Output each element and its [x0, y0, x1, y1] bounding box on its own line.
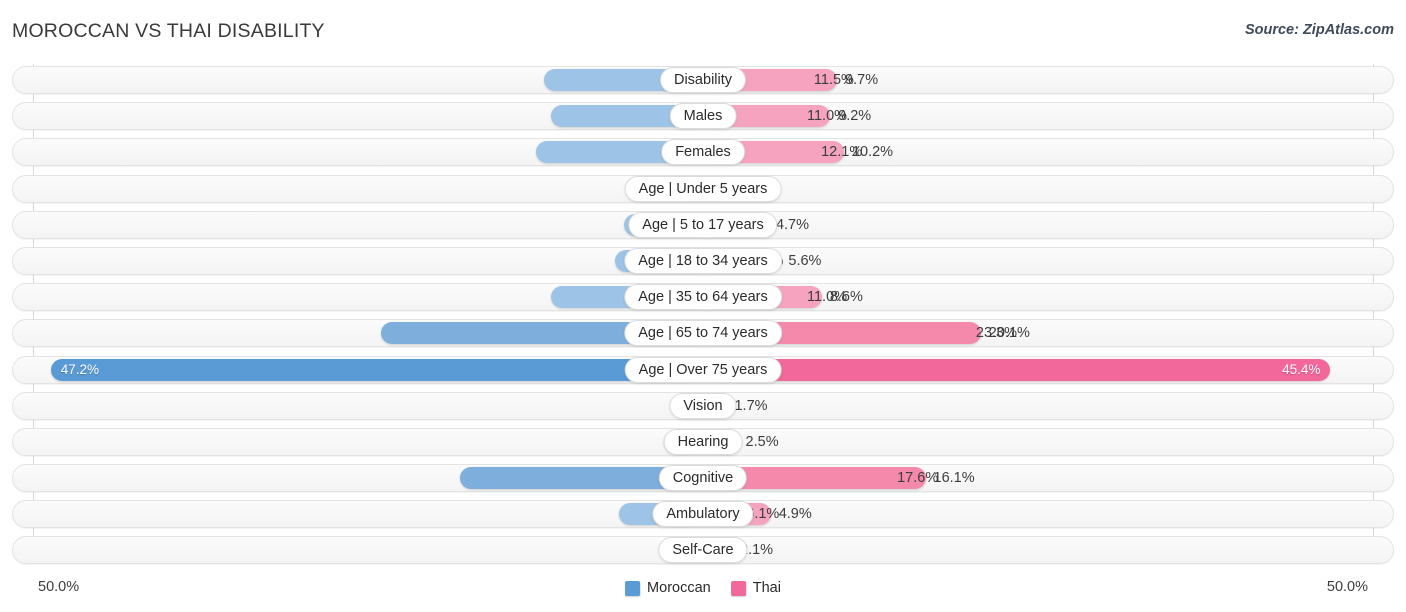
plot-area: 11.5% 9.7% Disability 11.0% 9.2% Males 12.1% 10…: [0, 58, 1406, 576]
square-swatch-icon: [730, 580, 746, 596]
category-pill[interactable]: Ambulatory: [652, 501, 754, 528]
chart-row: 6.4%5.6%Age | 18 to 34 years: [0, 246, 1406, 275]
chart-row: 1.2%1.1%Age | Under 5 years: [0, 174, 1406, 203]
chart-row: 47.2% 45.4% Age | Over 75 years: [0, 355, 1406, 384]
value-label-moroccan: 17.6%: [897, 470, 939, 487]
category-pill[interactable]: Hearing: [663, 428, 743, 455]
chart-row: 11.0% 9.2% Males: [0, 102, 1406, 131]
chart-row: 11.0% 8.6% Age | 35 to 64 years: [0, 283, 1406, 312]
value-label-thai: 45.4%: [1282, 361, 1321, 377]
value-label-moroccan: 47.2%: [60, 361, 99, 377]
value-label-thai: 9.7%: [845, 72, 879, 88]
legend-label: Thai: [752, 580, 781, 596]
chart-root: MOROCCAN VS THAI DISABILITY Source: ZipA…: [0, 0, 1406, 612]
category-pill[interactable]: Disability: [659, 67, 747, 93]
axis-label-left: 50.0%: [38, 579, 80, 595]
chart-row: 6.1% 4.9% Ambulatory: [0, 500, 1406, 529]
category-pill[interactable]: Vision: [669, 392, 737, 419]
square-swatch-icon: [625, 580, 641, 596]
category-pill[interactable]: Age | 35 to 64 years: [624, 284, 782, 311]
value-label-thai: 5.6%: [788, 252, 822, 269]
value-label-thai: 10.2%: [851, 144, 894, 161]
category-pill[interactable]: Males: [669, 103, 737, 130]
category-pill[interactable]: Age | 5 to 17 years: [628, 211, 778, 238]
category-pill[interactable]: Age | 65 to 74 years: [624, 320, 782, 347]
legend-label: Moroccan: [647, 580, 711, 596]
category-pill[interactable]: Females: [661, 139, 745, 166]
chart-row: 17.6% 16.1% Cognitive: [0, 464, 1406, 493]
value-label-thai: 9.2%: [838, 108, 872, 125]
chart-header: MOROCCAN VS THAI DISABILITY Source: ZipA…: [0, 0, 1406, 58]
chart-row: 2.8%2.5%Hearing: [0, 427, 1406, 456]
value-label-thai: 2.5%: [745, 433, 779, 450]
category-pill[interactable]: Age | 18 to 34 years: [624, 247, 782, 274]
chart-legend: Moroccan Thai: [625, 580, 781, 596]
category-pill[interactable]: Age | Under 5 years: [624, 175, 782, 202]
axis-label-right: 50.0%: [1326, 579, 1368, 595]
bar-thai: [703, 358, 1331, 381]
category-pill[interactable]: Age | Over 75 years: [624, 356, 782, 383]
legend-item[interactable]: Thai: [730, 580, 781, 596]
page-title: MOROCCAN VS THAI DISABILITY: [12, 20, 325, 42]
chart-row: 2.2%1.7%Vision: [0, 391, 1406, 420]
bar-rows: 11.5% 9.7% Disability 11.0% 9.2% Males 12.1% 10…: [0, 66, 1406, 573]
value-label-thai: 4.9%: [778, 506, 812, 523]
value-label-thai: 16.1%: [933, 470, 975, 487]
chart-row: 11.5% 9.7% Disability: [0, 66, 1406, 94]
source-attribution: Source: ZipAtlas.com: [1244, 22, 1394, 38]
legend-item[interactable]: Moroccan: [625, 580, 711, 596]
value-label-thai: 4.7%: [775, 216, 810, 233]
chart-footer: 50.0% 50.0% Moroccan Thai: [0, 576, 1406, 612]
category-pill[interactable]: Self-Care: [658, 537, 748, 564]
chart-row: 12.1% 10.2% Females: [0, 138, 1406, 167]
value-label-thai: 8.6%: [829, 289, 863, 306]
chart-row: 2.5%2.1%Self-Care: [0, 536, 1406, 565]
category-pill[interactable]: Cognitive: [658, 465, 748, 492]
chart-row: 23.3% 20.1% Age | 65 to 74 years: [0, 319, 1406, 348]
value-label-thai: 1.7%: [734, 397, 768, 414]
value-label-thai: 20.1%: [988, 325, 1030, 342]
chart-row: 5.7%4.7%Age | 5 to 17 years: [0, 210, 1406, 239]
